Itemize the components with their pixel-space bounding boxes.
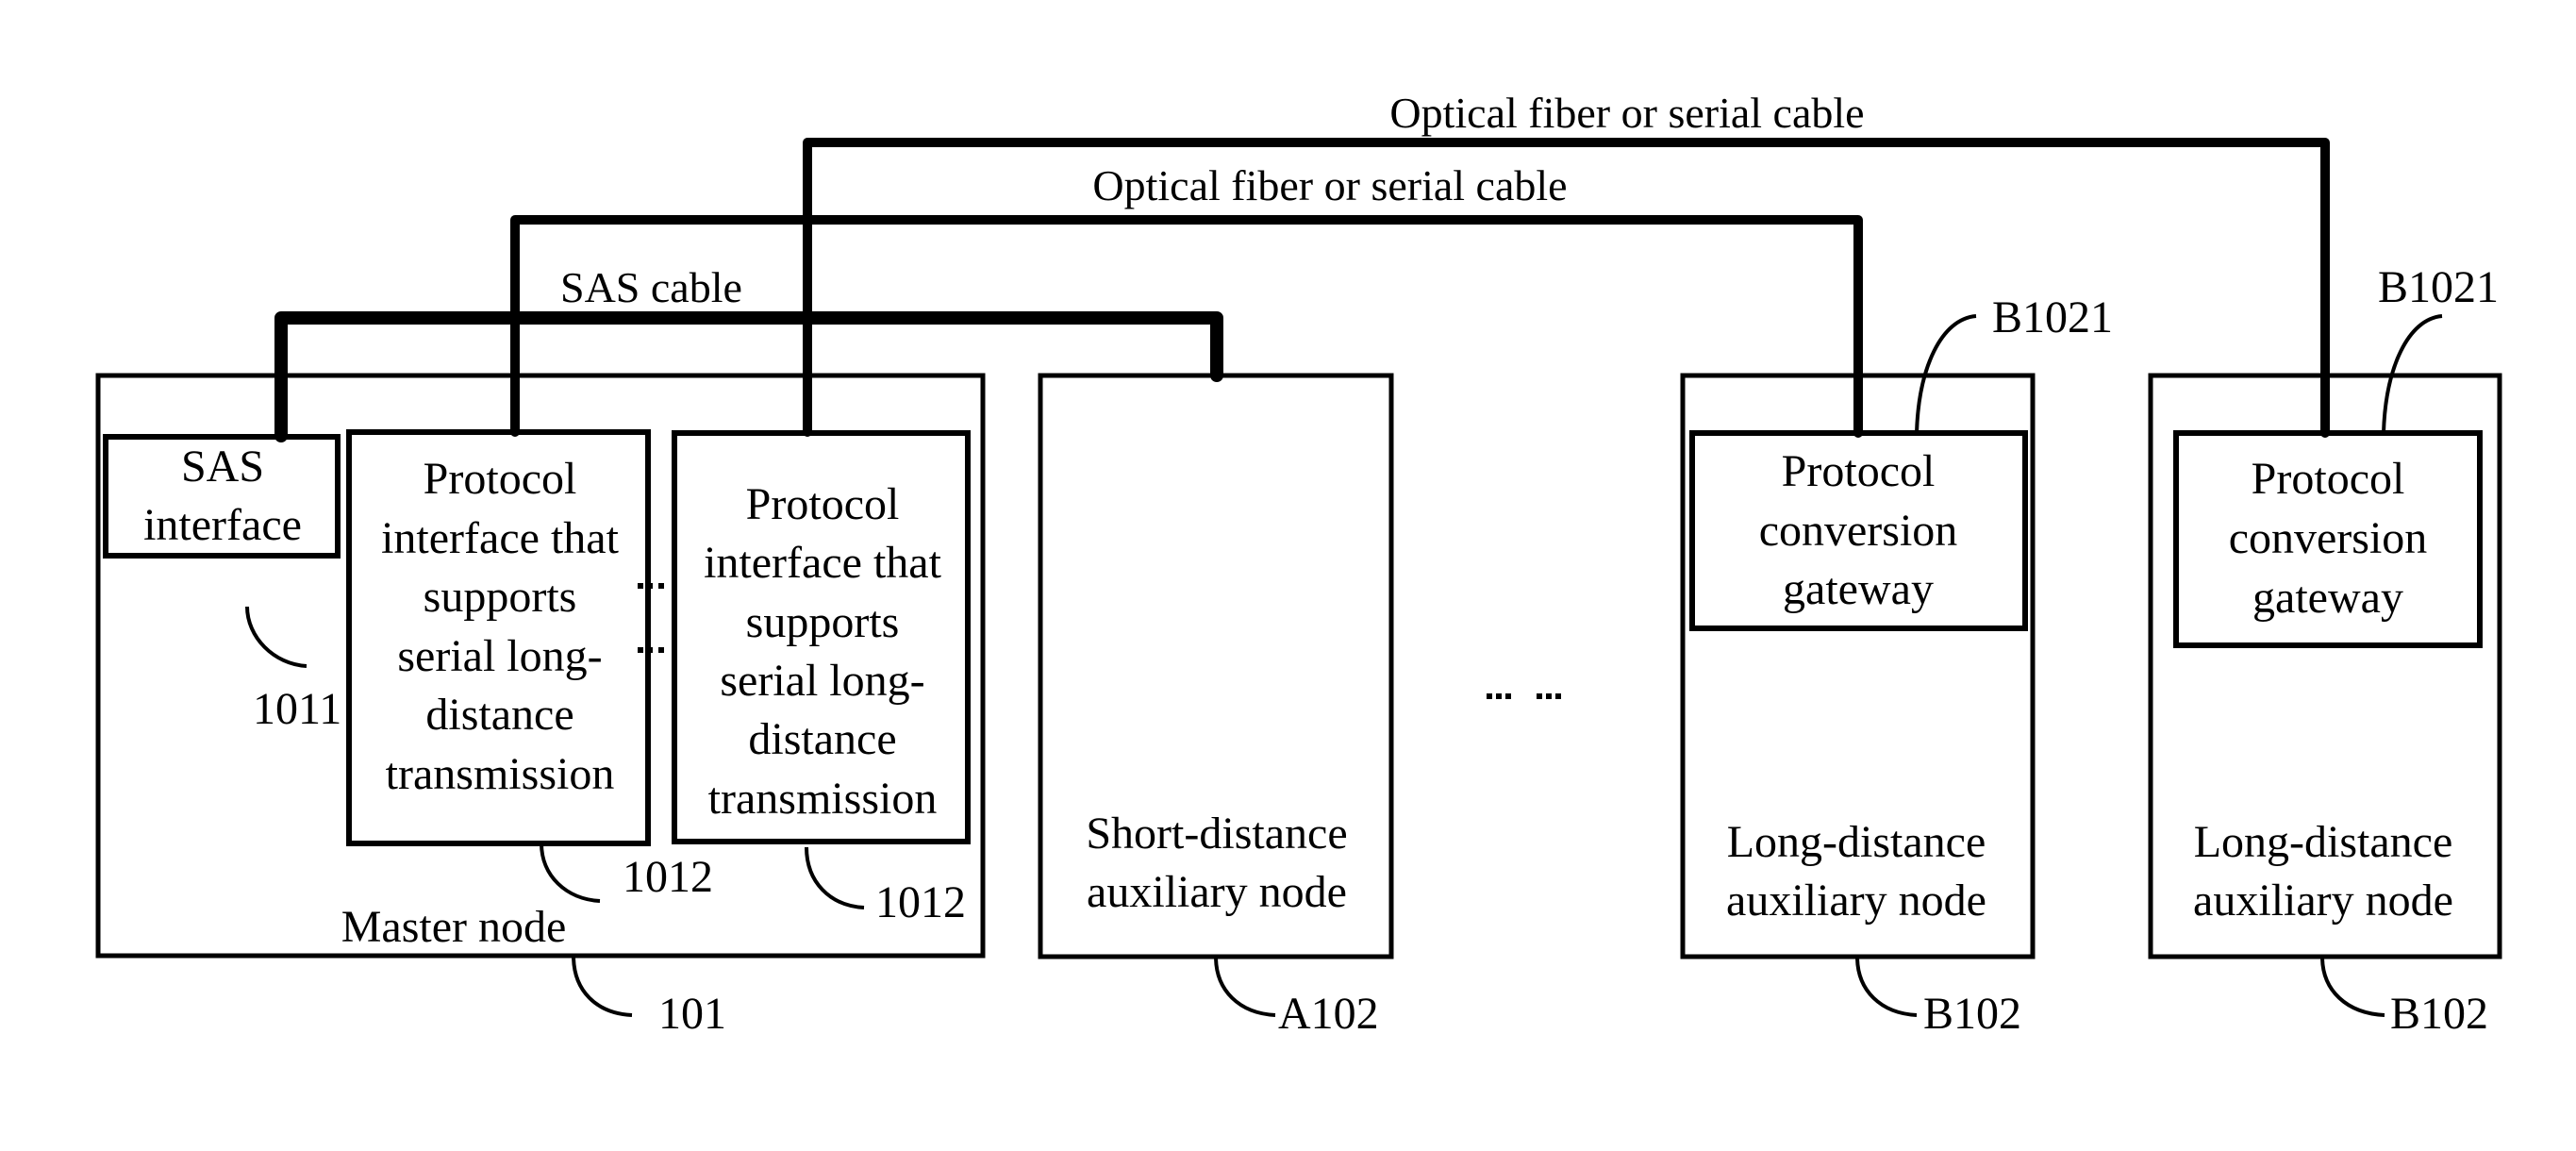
long-distance-node-1-line: auxiliary node: [1726, 876, 1986, 926]
ref-leader-b102-b: [2320, 956, 2385, 1017]
protocol-interface-2-line: transmission: [708, 774, 938, 824]
gateway-2-line: gateway: [2252, 573, 2403, 623]
protocol-interface-2-line: serial long-: [720, 656, 924, 706]
ellipsis-dot: [647, 647, 653, 653]
protocol-interface-2-line: distance: [748, 714, 896, 764]
ref-label-1012-a: 1012: [623, 852, 713, 902]
ref-label-b1021-b: B1021: [2378, 262, 2499, 312]
ref-leader-101: [572, 955, 633, 1017]
ellipsis-dot: [1487, 693, 1492, 699]
ref-label-b102-b: B102: [2390, 989, 2488, 1039]
master-node[interactable]: Master node SAS interface 1011 Protocol …: [95, 373, 986, 959]
long-distance-node-1-line: Long-distance: [1727, 817, 1986, 867]
optical-cable-2-label: Optical fiber or serial cable: [1092, 161, 1567, 209]
ellipsis-dot: [1537, 693, 1542, 699]
ref-label-a102: A102: [1278, 989, 1379, 1039]
protocol-interface-2-line: Protocol: [746, 479, 900, 529]
protocol-conversion-gateway-2[interactable]: Protocol conversion gateway: [2173, 430, 2483, 648]
sas-interface-line: interface: [143, 500, 302, 550]
ellipsis-dot: [1505, 693, 1511, 699]
protocol-interface-1-line: distance: [425, 690, 573, 740]
optical-cable-1-label: Optical fiber or serial cable: [1389, 89, 1864, 137]
ref-leader-1012-a: [540, 842, 601, 903]
ref-label-101: 101: [658, 989, 726, 1039]
sas-interface[interactable]: SAS interface: [103, 434, 341, 559]
ref-label-b102-a: B102: [1923, 989, 2021, 1039]
optical-cable-2: [510, 215, 1863, 438]
gateway-1-line: gateway: [1783, 564, 1934, 614]
ref-label-1011: 1011: [253, 684, 341, 734]
ellipsis-dot: [638, 647, 643, 653]
long-distance-node-1[interactable]: Protocol conversion gateway Long-distanc…: [1680, 373, 2036, 959]
protocol-interface-2-line: interface that: [704, 538, 942, 588]
sas-interface-line: SAS: [181, 442, 264, 492]
protocol-interface-1[interactable]: Protocol interface that supports serial …: [346, 429, 651, 846]
protocol-interface-1-line: interface that: [381, 513, 620, 563]
gateway-1-line: conversion: [1759, 506, 1958, 556]
diagram-canvas: Optical fiber or serial cable Optical fi…: [95, 89, 2502, 1039]
ellipsis-dot: [658, 647, 664, 653]
long-distance-node-2-line: Long-distance: [2194, 817, 2453, 867]
ellipsis-dot: [1546, 693, 1552, 699]
ref-leader-1012-b: [805, 846, 865, 909]
protocol-interface-2-line: supports: [746, 597, 900, 647]
cables: Optical fiber or serial cable Optical fi…: [274, 89, 2330, 442]
gateway-2-line: Protocol: [2252, 454, 2405, 504]
protocol-interface-1-line: supports: [424, 572, 577, 622]
nodes-ellipsis: [1487, 693, 1561, 699]
short-distance-node-line: auxiliary node: [1087, 867, 1347, 917]
protocol-interface-1-line: transmission: [386, 749, 615, 799]
ellipsis-dot: [647, 583, 653, 589]
protocol-interface-1-line: Protocol: [424, 454, 577, 504]
ellipsis-dot: [1496, 693, 1502, 699]
master-node-label: Master node: [341, 902, 567, 952]
protocol-conversion-gateway-1[interactable]: Protocol conversion gateway: [1689, 430, 2028, 631]
ref-leader-1011: [245, 606, 307, 668]
long-distance-node-2-line: auxiliary node: [2193, 876, 2453, 926]
ellipsis-dot: [638, 583, 643, 589]
protocol-interface-1-line: serial long-: [397, 631, 602, 681]
gateway-1-line: Protocol: [1782, 446, 1936, 496]
ref-leader-b102-a: [1855, 956, 1918, 1017]
long-distance-node-2[interactable]: Protocol conversion gateway Long-distanc…: [2148, 373, 2502, 959]
gateway-2-line: conversion: [2229, 513, 2428, 563]
sas-cable-label: SAS cable: [560, 263, 742, 311]
protocol-interface-2[interactable]: Protocol interface that supports serial …: [672, 430, 971, 844]
ref-label-1012-b: 1012: [875, 877, 966, 927]
ref-leader-a102: [1214, 956, 1276, 1017]
short-distance-node-line: Short-distance: [1086, 809, 1347, 859]
ellipsis-dot: [1555, 693, 1561, 699]
short-distance-node[interactable]: Short-distance auxiliary node: [1038, 373, 1394, 959]
ref-label-b1021-a: B1021: [1992, 292, 2113, 342]
ellipsis-dot: [658, 583, 664, 589]
